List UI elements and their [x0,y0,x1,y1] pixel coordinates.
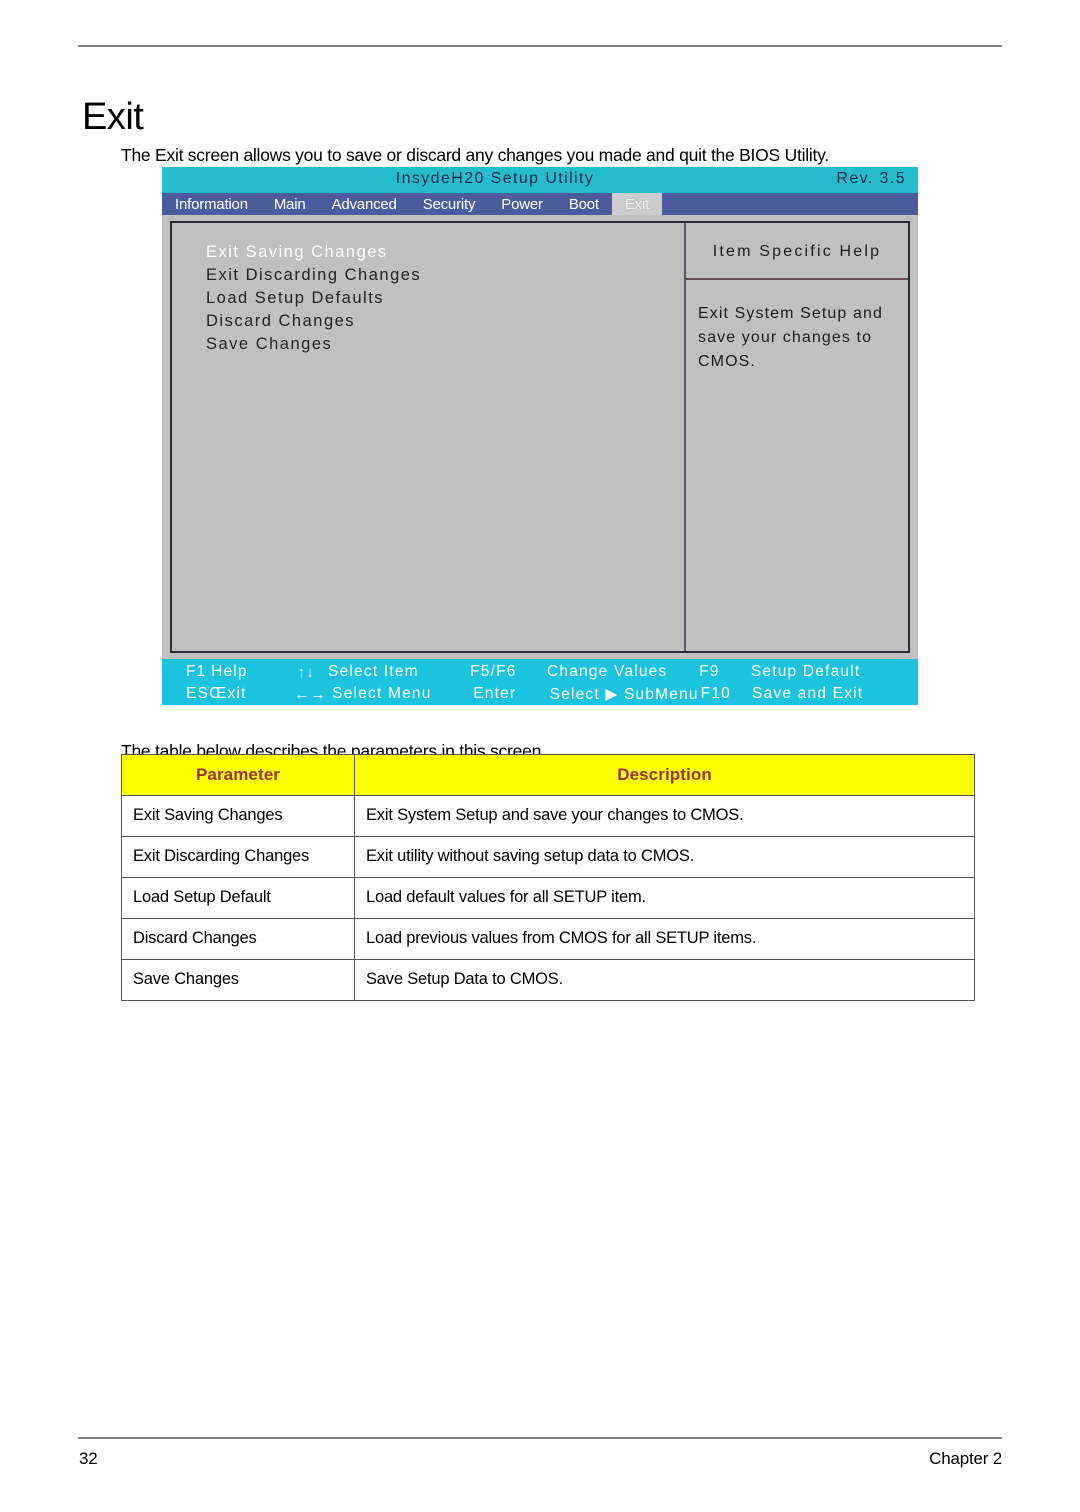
bios-key-hint-row-1: F1 Help ↑↓ Select Item F5/F6 Change Valu… [162,661,918,683]
table-row: Load Setup Default Load default values f… [121,877,975,919]
key-f10: F10 [700,685,731,702]
bios-title-bar: InsydeH20 Setup Utility Rev. 3.5 [162,167,918,193]
bios-utility-title: InsydeH20 Setup Utility [395,170,595,187]
key-save-and-exit-label: Save and Exit [752,685,864,702]
bios-tab-security[interactable]: Security [410,193,489,215]
bios-help-title: Item Specific Help [712,243,882,260]
arrow-up-down-icon: ↑↓ [297,663,316,681]
bios-menu-bar: Information Main Advanced Security Power… [162,193,918,215]
table-row: Save Changes Save Setup Data to CMOS. [121,959,975,1001]
cell-parameter: Load Setup Default [121,877,355,919]
key-f9: F9 [699,663,720,680]
page-footer-rule [78,1437,1002,1439]
table-row: Exit Saving Changes Exit System Setup an… [121,795,975,837]
cell-parameter: Exit Saving Changes [121,795,355,837]
key-setup-default-label: Setup Default [750,663,861,680]
intro-paragraph: The Exit screen allows you to save or di… [121,144,829,165]
table-row: Exit Discarding Changes Exit utility wit… [121,836,975,878]
arrow-left-right-icon: ←→ [294,685,327,703]
key-change-values-label: Change Values [546,663,668,680]
cell-description: Exit System Setup and save your changes … [354,795,975,837]
bios-menu-list: Exit Saving Changes Exit Discarding Chan… [172,223,684,651]
page-number: 32 [79,1449,98,1468]
bios-key-hint-bar: F1 Help ↑↓ Select Item F5/F6 Change Valu… [162,659,918,705]
bios-menu-item-load-setup-defaults[interactable]: Load Setup Defaults [206,287,684,310]
key-esc-label: Exit [216,685,247,702]
cell-parameter: Exit Discarding Changes [121,836,355,878]
cell-description: Load default values for all SETUP item. [354,877,975,919]
bios-tab-boot[interactable]: Boot [556,193,612,215]
bios-content-panel: Exit Saving Changes Exit Discarding Chan… [170,221,910,653]
bios-help-panel: Item Specific Help Exit System Setup and… [686,223,908,651]
page-header-rule [78,45,1002,47]
key-esc: ESC [186,685,222,702]
bios-key-hint-row-2: ESC Exit ←→ Select Menu Enter Select ▶ S… [162,683,918,705]
bios-menu-item-save-changes[interactable]: Save Changes [206,333,684,356]
column-header-parameter: Parameter [121,754,355,796]
bios-help-text: Exit System Setup and save your changes … [698,305,883,370]
cell-description: Save Setup Data to CMOS. [354,959,975,1001]
cell-parameter: Save Changes [121,959,355,1001]
parameter-description-table: Parameter Description Exit Saving Change… [121,754,975,1001]
key-select-submenu-label: Select ▶ SubMenu [549,685,699,703]
bios-tab-advanced[interactable]: Advanced [319,193,410,215]
bios-tab-power[interactable]: Power [488,193,556,215]
key-f1-label: Help [211,663,248,680]
bios-menu-item-discard-changes[interactable]: Discard Changes [206,310,684,333]
key-f1: F1 [186,663,207,680]
cell-parameter: Discard Changes [121,918,355,960]
key-enter: Enter [473,685,517,702]
key-f5-f6: F5/F6 [470,663,517,680]
cell-description: Load previous values from CMOS for all S… [354,918,975,960]
bios-tab-information[interactable]: Information [162,193,261,215]
key-select-item-label: Select Item [328,663,419,680]
table-header-row: Parameter Description [121,754,975,796]
bios-menu-item-exit-discarding-changes[interactable]: Exit Discarding Changes [206,264,684,287]
table-row: Discard Changes Load previous values fro… [121,918,975,960]
bios-revision-label: Rev. 3.5 [836,170,906,187]
bios-body: Exit Saving Changes Exit Discarding Chan… [162,215,918,659]
column-header-description: Description [354,754,975,796]
bios-tab-exit[interactable]: Exit [611,193,663,215]
bios-setup-screenshot: InsydeH20 Setup Utility Rev. 3.5 Informa… [162,167,918,705]
bios-tab-main[interactable]: Main [261,193,319,215]
key-select-menu-label: Select Menu [332,685,432,702]
chapter-label: Chapter 2 [929,1449,1002,1468]
bios-menu-item-exit-saving-changes[interactable]: Exit Saving Changes [206,241,684,264]
cell-description: Exit utility without saving setup data t… [354,836,975,878]
page-title: Exit [82,96,144,139]
